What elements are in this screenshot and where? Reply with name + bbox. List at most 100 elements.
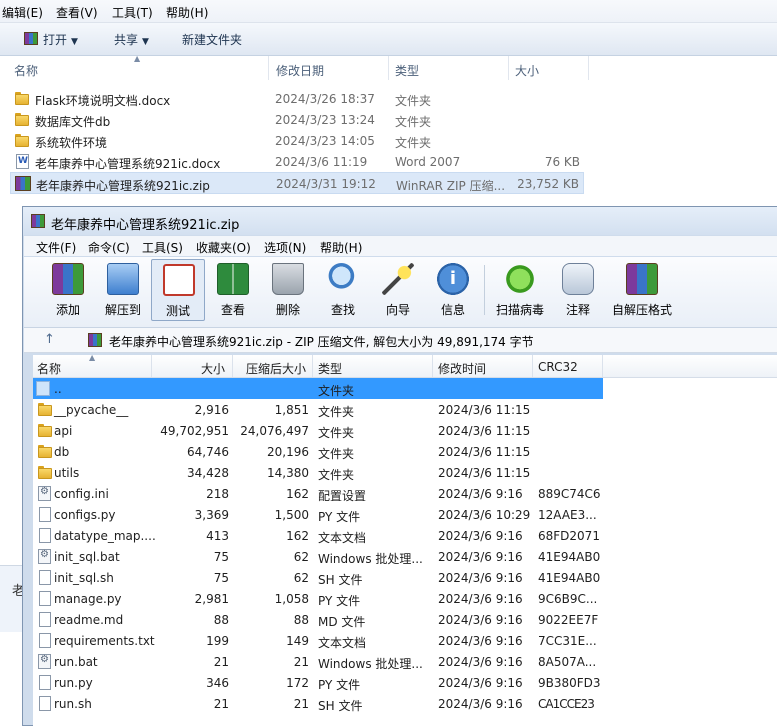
entry-name: .. [54, 382, 62, 396]
column-size[interactable]: 大小 [201, 360, 225, 377]
entry-modified: 2024/3/6 9:16 [438, 634, 523, 648]
menu-edit[interactable]: 编辑(E) [2, 4, 43, 21]
share-button[interactable]: 共享 ▼ [114, 31, 149, 48]
archive-path[interactable]: 老年康养中心管理系统921ic.zip - ZIP 压缩文件, 解包大小为 49… [109, 333, 534, 350]
magnifier-icon [327, 263, 359, 295]
wizard-button[interactable]: 向导 [371, 259, 425, 321]
extract-to-button[interactable]: 解压到 [96, 259, 150, 321]
word-doc-icon [16, 154, 29, 169]
add-archive-icon [52, 263, 84, 295]
folder-icon [37, 402, 53, 417]
entry-modified: 2024/3/6 9:16 [438, 697, 523, 711]
menu-view[interactable]: 查看(V) [56, 4, 98, 21]
archive-row[interactable]: db 64,746 20,196 文件夹 2024/3/6 11:15 [33, 441, 603, 462]
trash-icon [272, 263, 304, 295]
menu-tools[interactable]: 工具(T) [112, 4, 153, 21]
scan-virus-button[interactable]: 扫描病毒 [489, 259, 551, 321]
column-name[interactable]: 名称 [14, 62, 38, 79]
archive-row[interactable]: run.bat 21 21 Windows 批处理... 2024/3/6 9:… [33, 651, 603, 672]
file-size: 76 KB [544, 155, 580, 169]
entry-type: 文件夹 [318, 447, 355, 461]
entry-size: 34,428 [187, 466, 229, 480]
menu-file[interactable]: 文件(F) [36, 239, 76, 256]
entry-name: db [54, 445, 70, 459]
column-crc[interactable]: CRC32 [538, 360, 578, 374]
column-type[interactable]: 类型 [318, 360, 342, 377]
entry-packed: 162 [286, 487, 309, 501]
file-date: 2024/3/23 13:24 [275, 113, 375, 127]
sfx-button[interactable]: 自解压格式 [606, 259, 678, 321]
archive-row[interactable]: readme.md 88 88 MD 文件 2024/3/6 9:16 9022… [33, 609, 603, 630]
entry-modified: 2024/3/6 9:16 [438, 676, 523, 690]
column-divider[interactable] [588, 56, 589, 80]
column-divider[interactable] [388, 56, 389, 80]
open-button[interactable]: 打开 ▼ [43, 31, 78, 48]
column-packed[interactable]: 压缩后大小 [246, 360, 306, 377]
info-button[interactable]: i 信息 [426, 259, 480, 321]
delete-button[interactable]: 删除 [261, 259, 315, 321]
column-divider[interactable] [268, 56, 269, 80]
entry-modified: 2024/3/6 10:29 [438, 508, 531, 522]
entry-crc: 889C74C6 [538, 487, 601, 501]
column-divider[interactable] [602, 355, 603, 377]
entry-crc: 41E94AB0 [538, 571, 601, 585]
entry-modified: 2024/3/6 9:16 [438, 571, 523, 585]
menu-tools[interactable]: 工具(S) [142, 239, 183, 256]
archive-row[interactable]: requirements.txt 199 149 文本文档 2024/3/6 9… [33, 630, 603, 651]
archive-row[interactable]: init_sql.bat 75 62 Windows 批处理... 2024/3… [33, 546, 603, 567]
folder-icon [37, 423, 53, 438]
up-arrow-icon[interactable]: ↑ [44, 332, 55, 347]
file-row[interactable]: 系统软件环境 2024/3/23 14:05 文件夹 [10, 131, 584, 151]
new-folder-button[interactable]: 新建文件夹 [182, 31, 242, 48]
folder-icon [37, 444, 53, 459]
column-name[interactable]: 名称 [37, 360, 61, 377]
file-row[interactable]: 老年康养中心管理系统921ic.docx 2024/3/6 11:19 Word… [10, 152, 584, 172]
archive-row[interactable]: init_sql.sh 75 62 SH 文件 2024/3/6 9:16 41… [33, 567, 603, 588]
toolbar-divider [484, 265, 485, 315]
menu-options[interactable]: 选项(N) [264, 239, 306, 256]
archive-row[interactable]: api 49,702,951 24,076,497 文件夹 2024/3/6 1… [33, 420, 603, 441]
menu-help[interactable]: 帮助(H) [320, 239, 362, 256]
entry-packed: 21 [293, 697, 309, 711]
entry-name: run.py [54, 676, 93, 690]
archive-row[interactable]: utils 34,428 14,380 文件夹 2024/3/6 11:15 [33, 462, 603, 483]
add-button[interactable]: 添加 [41, 259, 95, 321]
menu-help[interactable]: 帮助(H) [166, 4, 208, 21]
column-divider[interactable] [232, 355, 233, 377]
title-bar[interactable]: 老年康养中心管理系统921ic.zip [23, 207, 777, 235]
archive-row[interactable]: run.sh 21 21 SH 文件 2024/3/6 9:16 CA1CCE2… [33, 693, 603, 714]
column-type[interactable]: 类型 [395, 62, 419, 79]
archive-row[interactable]: manage.py 2,981 1,058 PY 文件 2024/3/6 9:1… [33, 588, 603, 609]
file-date: 2024/3/23 14:05 [275, 134, 375, 148]
file-date: 2024/3/26 18:37 [275, 92, 375, 106]
column-modified[interactable]: 修改时间 [438, 360, 486, 377]
sfx-label: 自解压格式 [611, 303, 672, 317]
column-divider[interactable] [508, 56, 509, 80]
archive-row[interactable]: __pycache__ 2,916 1,851 文件夹 2024/3/6 11:… [33, 399, 603, 420]
column-date[interactable]: 修改日期 [276, 62, 324, 79]
archive-row[interactable]: datatype_map.... 413 162 文本文档 2024/3/6 9… [33, 525, 603, 546]
entry-size: 2,981 [194, 592, 229, 606]
menu-commands[interactable]: 命令(C) [88, 239, 130, 256]
archive-row[interactable]: config.ini 218 162 配置设置 2024/3/6 9:16 88… [33, 483, 603, 504]
archive-row[interactable]: configs.py 3,369 1,500 PY 文件 2024/3/6 10… [33, 504, 603, 525]
archive-row[interactable]: run.py 346 172 PY 文件 2024/3/6 9:16 9B380… [33, 672, 603, 693]
entry-type: 文件夹 [318, 405, 355, 419]
column-divider[interactable] [312, 355, 313, 377]
find-button[interactable]: 查找 [316, 259, 370, 321]
archive-row-parent[interactable]: .. 文件夹 [33, 378, 603, 399]
entry-type: SH 文件 [318, 699, 363, 713]
file-row[interactable]: 数据库文件db 2024/3/23 13:24 文件夹 [10, 110, 584, 130]
file-row[interactable]: Flask环境说明文档.docx 2024/3/26 18:37 文件夹 [10, 89, 584, 109]
file-row-selected[interactable]: 老年康养中心管理系统921ic.zip 2024/3/31 19:12 WinR… [10, 172, 584, 194]
comment-button[interactable]: 注释 [551, 259, 605, 321]
menu-favorites[interactable]: 收藏夹(O) [196, 239, 251, 256]
column-divider[interactable] [432, 355, 433, 377]
test-button[interactable]: 测试 [151, 259, 205, 321]
entry-name: utils [54, 466, 80, 480]
entry-type: 文件夹 [318, 384, 355, 398]
view-button[interactable]: 查看 [206, 259, 260, 321]
column-divider[interactable] [151, 355, 152, 377]
column-size[interactable]: 大小 [515, 62, 539, 79]
column-divider[interactable] [532, 355, 533, 377]
